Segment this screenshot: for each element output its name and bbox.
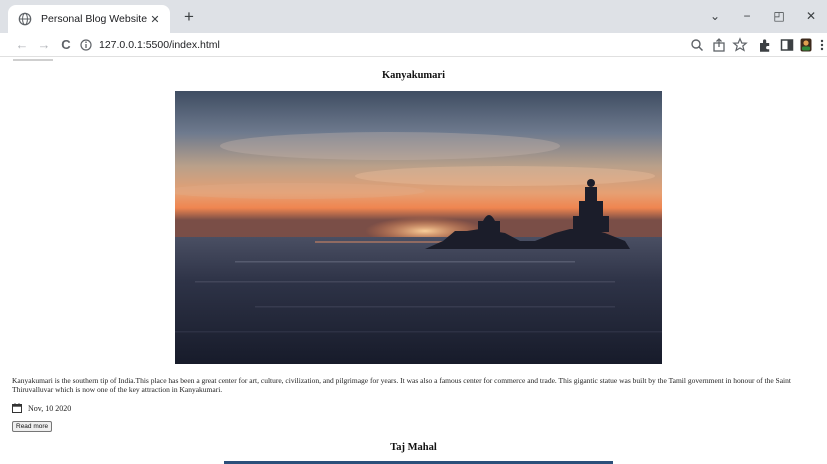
close-window-button[interactable]: ✕ xyxy=(795,9,827,23)
divider xyxy=(13,59,53,61)
url-text: 127.0.0.1:5500/index.html xyxy=(99,39,220,51)
bookmark-star-icon[interactable] xyxy=(732,37,748,53)
sunset-photo xyxy=(175,91,662,364)
minimize-button[interactable]: − xyxy=(731,9,763,23)
new-tab-button[interactable]: + xyxy=(178,7,200,29)
back-button[interactable]: ← xyxy=(13,36,31,54)
post-date: Nov, 10 2020 xyxy=(12,403,71,413)
post-image xyxy=(175,91,662,364)
profile-avatar-icon[interactable] xyxy=(798,37,814,53)
tab-title: Personal Blog Website xyxy=(41,13,148,25)
zoom-icon[interactable] xyxy=(689,37,705,53)
extensions-icon[interactable] xyxy=(757,37,773,53)
browser-tab-strip: Personal Blog Website ✕ + ⌄ − ◰ ✕ xyxy=(0,0,827,33)
browser-toolbar: ← → C 127.0.0.1:5500/index.html xyxy=(0,33,827,57)
info-icon[interactable] xyxy=(80,39,92,51)
tab-search-icon[interactable]: ⌄ xyxy=(699,9,731,23)
window-controls: ⌄ − ◰ ✕ xyxy=(699,4,827,28)
address-bar[interactable]: 127.0.0.1:5500/index.html xyxy=(80,35,750,55)
post-description: Kanyakumari is the southern tip of India… xyxy=(12,376,791,394)
blog-page: Kanyakumari Kanyakumari is the southern … xyxy=(0,58,827,464)
reload-button[interactable]: C xyxy=(57,36,75,54)
menu-icon[interactable] xyxy=(818,37,826,53)
restore-button[interactable]: ◰ xyxy=(763,9,795,23)
post-title: Taj Mahal xyxy=(390,442,437,453)
post-date-text: Nov, 10 2020 xyxy=(28,403,72,413)
tab-close-icon[interactable]: ✕ xyxy=(148,13,162,26)
post-title: Kanyakumari xyxy=(381,70,445,81)
browser-tab[interactable]: Personal Blog Website ✕ xyxy=(8,5,170,33)
globe-icon xyxy=(18,12,32,26)
side-panel-icon[interactable] xyxy=(779,37,795,53)
read-more-button[interactable]: Read more xyxy=(12,421,53,432)
share-icon[interactable] xyxy=(711,37,727,53)
calendar-icon xyxy=(12,403,22,413)
forward-button[interactable]: → xyxy=(35,36,53,54)
